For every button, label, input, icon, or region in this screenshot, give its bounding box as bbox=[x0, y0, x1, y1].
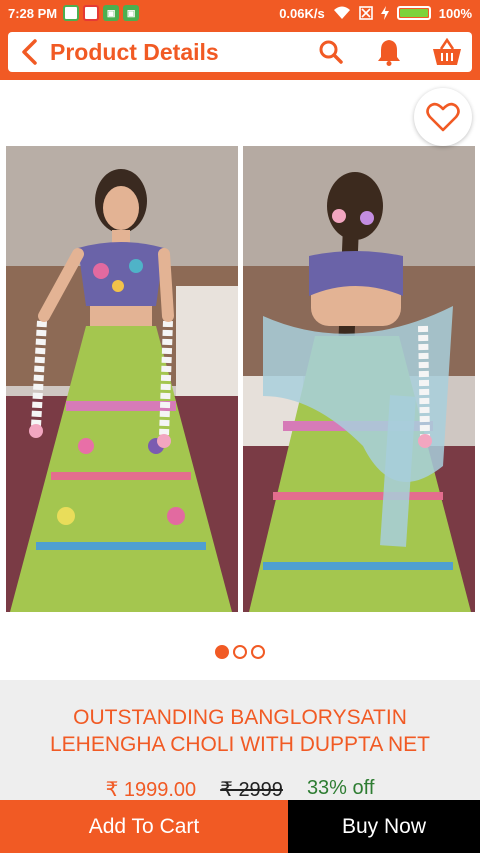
product-image-front[interactable] bbox=[6, 146, 238, 612]
search-icon[interactable] bbox=[314, 35, 348, 69]
battery-percent: 100% bbox=[438, 5, 472, 21]
discount-label: 33% off bbox=[306, 777, 375, 799]
battery-icon bbox=[396, 6, 431, 20]
carousel-indicator bbox=[0, 645, 480, 659]
product-info: OUTSTANDING BANGLORYSATIN LEHENGHA CHOLI… bbox=[0, 680, 480, 802]
wifi-icon bbox=[333, 6, 350, 19]
product-image-back[interactable] bbox=[243, 146, 475, 612]
selling-price: ₹ 1999.00 bbox=[105, 779, 197, 801]
price-row: ₹ 1999.00 ₹ 2999 33% off bbox=[0, 777, 480, 802]
chrome-notification-icon bbox=[63, 5, 80, 21]
status-bar: 7:28 PM ▣ ▣ 0.06K/s 100% bbox=[0, 0, 480, 26]
carousel-dot-3[interactable] bbox=[251, 645, 265, 659]
app-notification-icon-2: ▣ bbox=[123, 5, 140, 21]
product-name-line-1: OUTSTANDING BANGLORYSATIN bbox=[73, 706, 407, 729]
charging-icon bbox=[380, 6, 389, 20]
carousel-dot-1[interactable] bbox=[215, 645, 229, 659]
product-image-gallery[interactable] bbox=[0, 80, 480, 680]
basket-icon[interactable] bbox=[430, 35, 464, 69]
buy-now-button[interactable]: Buy Now bbox=[288, 800, 480, 853]
no-sim-icon bbox=[358, 6, 373, 20]
network-speed: 0.06K/s bbox=[279, 5, 325, 21]
wishlist-button[interactable] bbox=[414, 88, 472, 146]
original-price: ₹ 2999 bbox=[220, 779, 283, 801]
carousel-dot-2[interactable] bbox=[233, 645, 247, 659]
back-icon[interactable] bbox=[16, 37, 42, 67]
app-header: Product Details bbox=[0, 26, 480, 80]
heart-icon bbox=[426, 102, 460, 132]
bottom-action-bar: Add To Cart Buy Now bbox=[0, 800, 480, 853]
product-name: OUTSTANDING BANGLORYSATIN LEHENGHA CHOLI… bbox=[0, 680, 480, 758]
add-to-cart-button[interactable]: Add To Cart bbox=[0, 800, 288, 853]
header-bar: Product Details bbox=[8, 32, 472, 72]
app-notification-icon: ▣ bbox=[103, 5, 120, 21]
chrome-notification-icon-2 bbox=[83, 5, 100, 21]
product-name-line-2: LEHENGHA CHOLI WITH DUPPTA NET bbox=[50, 733, 430, 756]
status-time: 7:28 PM bbox=[8, 5, 58, 21]
bell-icon[interactable] bbox=[372, 35, 406, 69]
page-title: Product Details bbox=[50, 38, 219, 65]
